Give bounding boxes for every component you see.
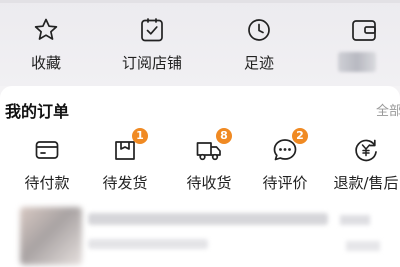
blurred-text (88, 239, 208, 249)
quick-access-bar: 收藏 订阅店铺 足迹 (0, 0, 400, 86)
blurred-text (340, 215, 370, 225)
subscribed-stores-label: 订阅店铺 (121, 54, 182, 72)
blurred-text (346, 241, 380, 251)
pending-receipt-label: 待收货 (186, 174, 232, 192)
star-icon (34, 18, 58, 40)
orders-title: 我的订单 (5, 102, 70, 121)
pending-shipment-label: 待发货 (102, 174, 148, 192)
favorites-entry[interactable]: 收藏 (6, 16, 86, 72)
favorites-label: 收藏 (30, 54, 61, 72)
order-preview-blurred[interactable] (0, 203, 400, 267)
pending-receipt-entry[interactable]: 8 待收货 (170, 128, 248, 192)
pending-payment-label: 待付款 (24, 174, 70, 192)
wallet-icon (352, 20, 376, 41)
wallet-label-blurred (338, 52, 376, 72)
blurred-text (88, 213, 328, 225)
pending-shipment-entry[interactable]: 1 待发货 (86, 128, 164, 192)
account-page: 收藏 订阅店铺 足迹 我的订单 全部 待付款 1 待发货 8 待收货 2 待评价… (0, 0, 400, 267)
subscribe-store-icon (141, 18, 163, 42)
review-count-badge: 2 (292, 128, 308, 144)
pending-payment-entry[interactable]: 待付款 (8, 136, 86, 192)
clock-icon (248, 19, 270, 41)
shipment-count-badge: 1 (132, 128, 148, 144)
history-label: 足迹 (243, 54, 274, 72)
refund-icon (355, 139, 377, 162)
history-entry[interactable]: 足迹 (219, 16, 299, 72)
refund-entry[interactable]: 退款/售后 (330, 136, 400, 192)
all-orders-link[interactable]: 全部 (376, 100, 400, 119)
wallet-entry[interactable] (338, 16, 400, 72)
subscribed-stores-entry[interactable]: 订阅店铺 (112, 16, 192, 72)
pending-review-entry[interactable]: 2 待评价 (246, 128, 324, 192)
receipt-count-badge: 8 (216, 128, 232, 144)
my-orders-card: 我的订单 全部 待付款 1 待发货 8 待收货 2 待评价 退款/售后 (0, 86, 400, 267)
card-icon (35, 141, 59, 159)
refund-label: 退款/售后 (333, 174, 399, 192)
divider (0, 0, 400, 3)
product-thumbnail (20, 207, 82, 265)
pending-review-label: 待评价 (262, 174, 308, 192)
